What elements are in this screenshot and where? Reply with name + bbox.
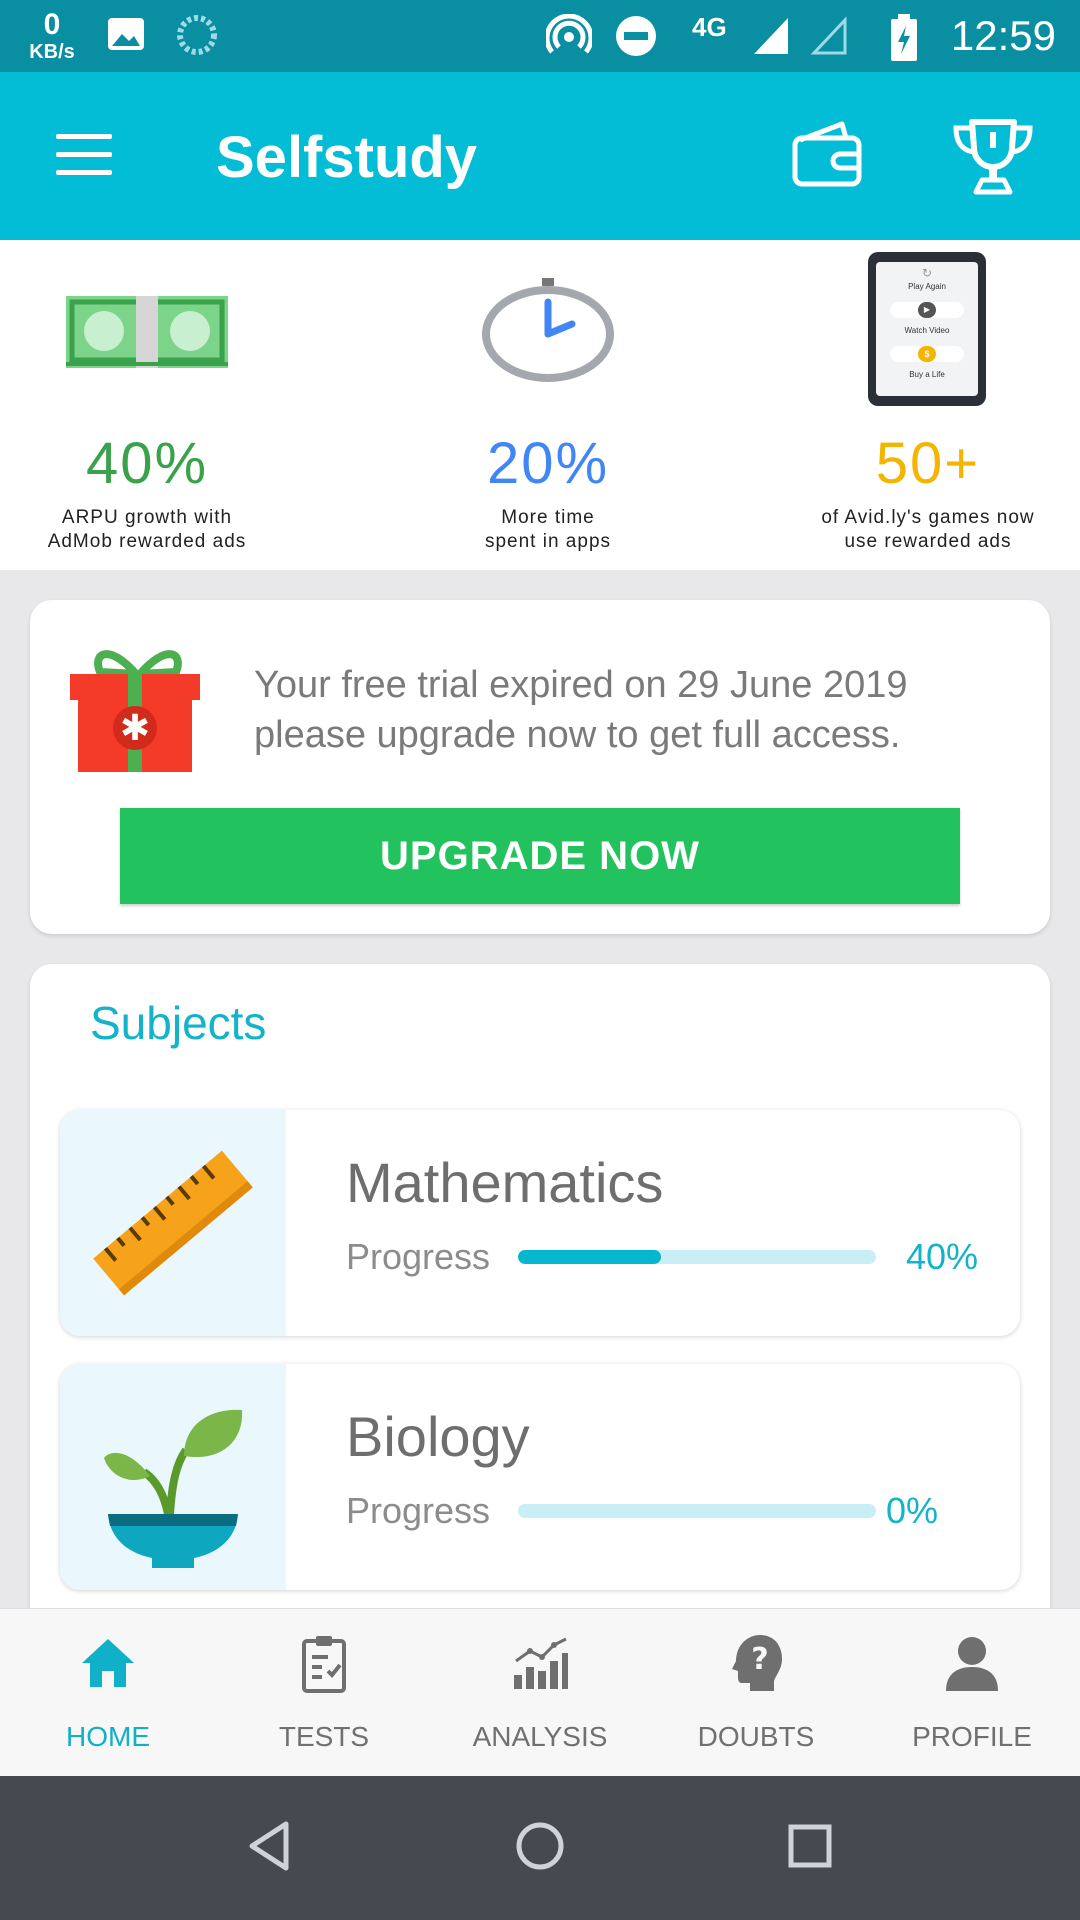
stat-value: 50+ [875,431,981,496]
nav-profile[interactable]: PROFILE [864,1609,1080,1777]
stat-value: 20% [486,431,610,496]
progress-label: Progress [346,1236,491,1277]
phone-watch-video-text: Watch Video [904,326,950,335]
money-icon [66,296,228,368]
sync-icon [177,15,217,55]
stat-caption-line2: spent in apps [484,531,612,552]
subject-row-mathematics[interactable]: Mathematics Progress 40% [60,1110,1020,1336]
nav-tests-label: TESTS [278,1721,370,1752]
ad-banner[interactable]: 40% ARPU growth with AdMob rewarded ads … [0,240,1080,570]
nav-analysis[interactable]: ANALYSIS [432,1609,648,1777]
analysis-icon [514,1637,568,1689]
clock: 12:59 [950,12,1056,59]
hotspot-icon [546,14,592,54]
progress-bar [518,1504,876,1518]
nav-tests[interactable]: TESTS [216,1609,432,1777]
gallery-icon [108,18,144,50]
home-circle-icon[interactable] [516,1820,564,1872]
trial-expired-card: ✱ Your free trial expired on 29 June 201… [30,600,1050,934]
nav-doubts[interactable]: ? DOUBTS [648,1609,864,1777]
subject-name: Biology [346,1405,530,1468]
nav-doubts-label: DOUBTS [697,1721,815,1752]
trial-message-line2: please upgrade now to get full access. [254,714,901,756]
subjects-card: Subjects Mathematics Progress 40% Biolog… [30,964,1050,1624]
system-navigation-bar [0,1776,1080,1920]
trophy-icon[interactable] [952,116,1034,196]
battery-charging-icon [891,14,917,61]
subjects-heading: Subjects [90,997,267,1049]
progress-bar [518,1250,876,1264]
gift-icon: ✱ [70,650,200,772]
network-speed-value: 0 [43,8,61,41]
app-title: Selfstudy [216,125,478,190]
stat-caption: ARPU growth with AdMob rewarded ads [0,506,294,554]
status-bar: 0 KB/s 4G 12:59 [0,0,1080,72]
clipboard-icon [302,1636,346,1693]
subject-thumbnail [60,1364,286,1590]
phone-play-again-text: Play Again [908,282,946,291]
phone-buy-life-text: Buy a Life [909,370,945,379]
progress-bar-fill [518,1250,662,1264]
stat-caption: More time spent in apps [396,506,700,554]
stat-caption-line1: ARPU growth with [61,507,233,528]
trial-message-line1: Your free trial expired on 29 June 2019 [254,664,908,706]
upgrade-now-button[interactable]: UPGRADE NOW [120,808,960,904]
stat-games: ↻ Play Again ▶ Watch Video $ Buy a Life … [776,240,1080,570]
trial-message: Your free trial expired on 29 June 2019 … [254,660,1024,760]
subject-thumbnail [60,1110,286,1336]
nav-analysis-label: ANALYSIS [472,1721,608,1752]
profile-icon [946,1637,998,1691]
stat-caption-line1: More time [501,507,595,528]
stat-time: 20% More time spent in apps [396,240,700,570]
nav-home-label: HOME [66,1721,150,1752]
nav-home[interactable]: HOME [0,1609,216,1777]
network-speed-unit: KB/s [29,41,75,63]
menu-icon[interactable] [56,134,112,176]
svg-text:✱: ✱ [120,708,150,749]
stat-arpu: 40% ARPU growth with AdMob rewarded ads [0,240,294,570]
nav-profile-label: PROFILE [912,1721,1032,1752]
stat-caption-line2: use rewarded ads [844,531,1012,552]
stat-value: 40% [85,431,209,496]
network-type: 4G [692,12,727,42]
stat-caption-line1: of Avid.ly's games now [821,507,1035,528]
recents-icon[interactable] [786,1820,834,1872]
signal-empty-icon [810,16,847,55]
stat-caption: of Avid.ly's games now use rewarded ads [776,506,1080,554]
subject-name: Mathematics [346,1151,664,1214]
plant-icon [104,1409,243,1568]
svg-text:?: ? [751,1642,768,1677]
progress-percent: 0% [886,1490,939,1531]
progress-percent: 40% [906,1236,979,1277]
phone-mockup: ↻ Play Again ▶ Watch Video $ Buy a Life [868,252,986,406]
wallet-icon[interactable] [790,118,864,192]
signal-icon [754,18,788,54]
stopwatch-icon [482,278,614,382]
home-icon [82,1639,134,1687]
bottom-navigation: HOME TESTS ANALYSIS ? DOUBTS PROFILE [0,1608,1080,1776]
subject-row-biology[interactable]: Biology Progress 0% [60,1364,1020,1590]
do-not-disturb-icon [616,16,656,56]
ruler-icon [93,1150,253,1296]
network-speed: 0 KB/s [26,8,78,63]
back-icon[interactable] [246,1820,294,1872]
doubts-icon: ? [732,1635,782,1691]
app-bar: Selfstudy [0,72,1080,240]
progress-label: Progress [346,1490,491,1531]
stat-caption-line2: AdMob rewarded ads [47,531,247,552]
